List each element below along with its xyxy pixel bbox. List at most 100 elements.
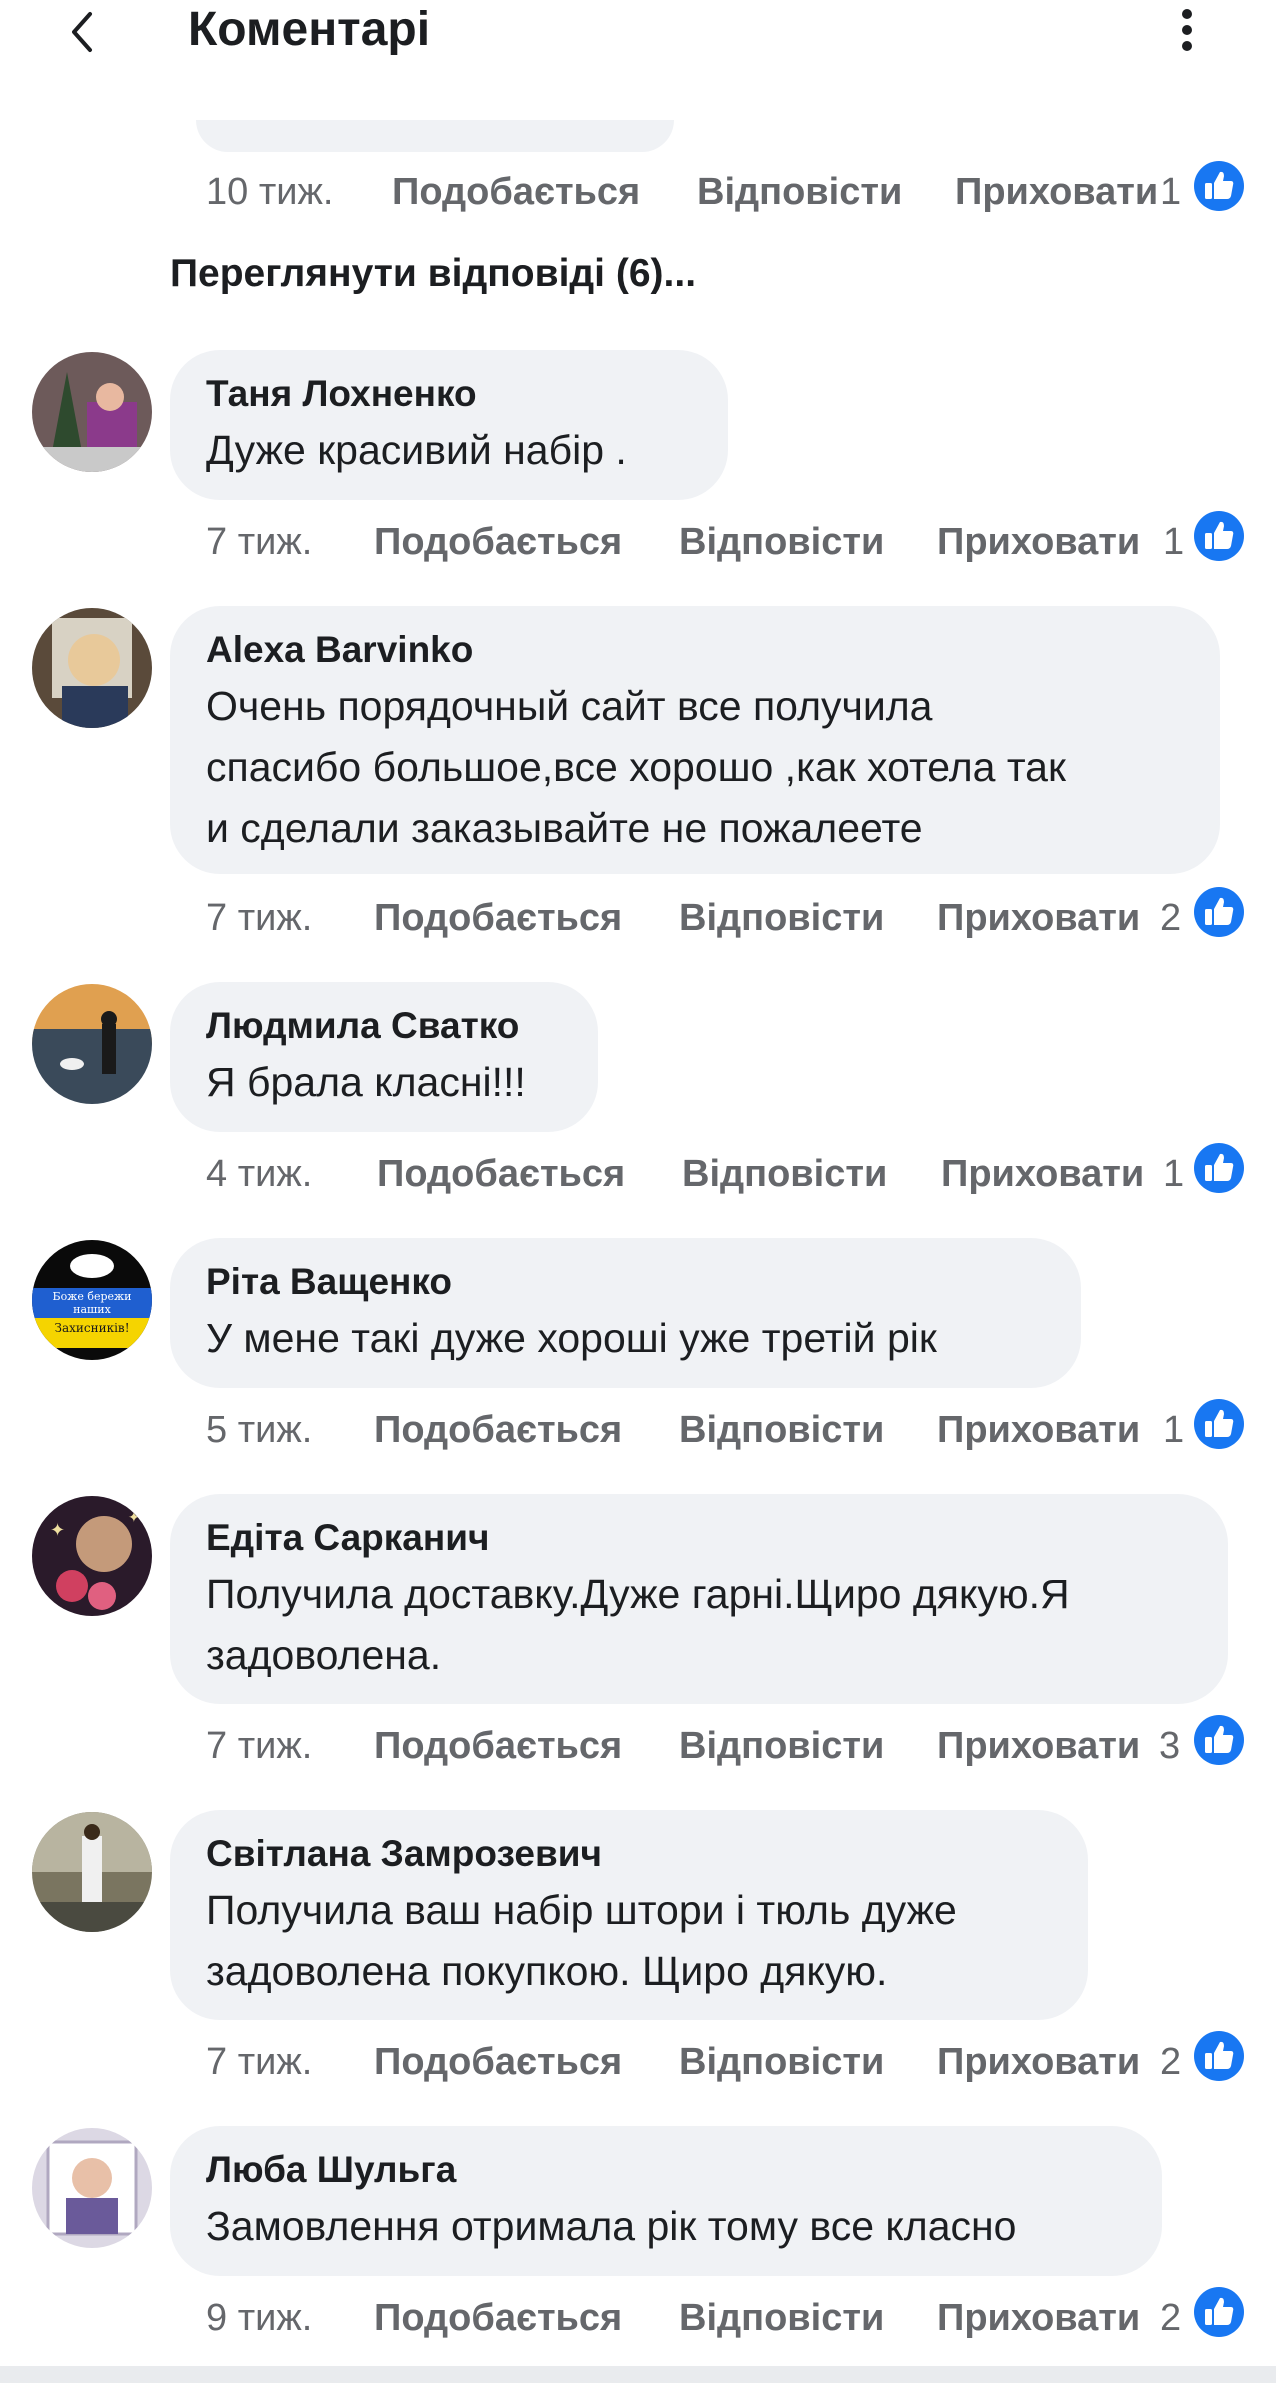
comment-text: Получила доставку.Дуже гарні.Щиро дякую.…	[206, 1571, 1070, 1678]
comment-text: Получила ваш набір штори і тюль дуже зад…	[206, 1887, 957, 1994]
svg-text:Боже бережи: Боже бережи	[53, 1290, 132, 1303]
like-button[interactable]: Подобається	[377, 1152, 625, 1196]
avatar-photo	[32, 984, 152, 1104]
like-reaction-icon	[1194, 1399, 1244, 1449]
comment-text: Дуже красивий набір .	[206, 427, 627, 473]
comment-meta-row: 7 тиж. Подобається Відповісти Приховати …	[0, 2032, 1276, 2092]
reaction-count: 1	[1160, 171, 1182, 213]
top-bar: Коментарі	[0, 0, 1276, 62]
like-reaction-icon	[1194, 511, 1244, 561]
comment-author[interactable]: Ріта Ващенко	[206, 1260, 1043, 1304]
avatar-photo	[32, 352, 152, 472]
avatar[interactable]	[32, 1812, 152, 1932]
comment-meta-row: 4 тиж. Подобається Відповісти Приховати …	[0, 1144, 1276, 1204]
comment-author[interactable]: Едіта Сарканич	[206, 1516, 1190, 1560]
hide-button[interactable]: Приховати	[937, 1408, 1140, 1452]
comment-time: 9 тиж.	[206, 2297, 313, 2339]
svg-text:✦: ✦	[128, 1509, 140, 1525]
reaction-count: 1	[1163, 1409, 1185, 1451]
comment-bubble: Людмила Сватко Я брала класні!!!	[170, 982, 598, 1132]
avatar-photo	[32, 2128, 152, 2248]
reaction-count: 3	[1159, 1725, 1181, 1767]
reply-button[interactable]: Відповісти	[679, 896, 884, 940]
like-reaction-icon	[1194, 2287, 1244, 2337]
like-reaction-icon	[1194, 1143, 1244, 1193]
like-button[interactable]: Подобається	[374, 896, 622, 940]
reply-button[interactable]: Відповісти	[679, 2040, 884, 2084]
like-button[interactable]: Подобається	[374, 520, 622, 564]
like-button[interactable]: Подобається	[374, 1408, 622, 1452]
reaction-count: 2	[1160, 897, 1182, 939]
hide-button[interactable]: Приховати	[937, 2296, 1140, 2340]
comment-author[interactable]: Світлана Замрозевич	[206, 1832, 1050, 1876]
hide-button[interactable]: Приховати	[937, 2040, 1140, 2084]
comment-time: 5 тиж.	[206, 1409, 313, 1451]
comment-time: 7 тиж.	[206, 2041, 313, 2083]
page-title: Коментарі	[188, 3, 431, 56]
reaction-count: 2	[1160, 2041, 1182, 2083]
comment-bubble: Ріта Ващенко У мене такі дуже хороші уже…	[170, 1238, 1081, 1388]
comment-author[interactable]: Людмила Сватко	[206, 1004, 560, 1048]
comment-text: Я брала класні!!!	[206, 1059, 526, 1105]
comment-bubble: Світлана Замрозевич Получила ваш набір ш…	[170, 1810, 1088, 2020]
hide-button[interactable]: Приховати	[937, 1724, 1140, 1768]
comment-author[interactable]: Таня Лохненко	[206, 372, 690, 416]
comment-author[interactable]: Alexa Barvinko	[206, 628, 1182, 672]
reply-button[interactable]: Відповісти	[697, 170, 902, 214]
reply-button[interactable]: Відповісти	[679, 1408, 884, 1452]
like-button[interactable]: Подобається	[392, 170, 640, 214]
avatar-photo	[32, 608, 152, 728]
comment-text: У мене такі дуже хороші уже третій рік	[206, 1315, 937, 1361]
reply-button[interactable]: Відповісти	[682, 1152, 887, 1196]
like-reaction-icon	[1194, 1715, 1244, 1765]
comment-time: 7 тиж.	[206, 1725, 313, 1767]
like-reaction-icon	[1194, 161, 1244, 211]
avatar-photo: ✦ ✦	[32, 1496, 152, 1616]
avatar[interactable]	[32, 352, 152, 472]
like-button[interactable]: Подобається	[374, 2040, 622, 2084]
like-reaction-icon	[1194, 2031, 1244, 2081]
previous-comment-bubble	[196, 120, 674, 152]
like-button[interactable]: Подобається	[374, 2296, 622, 2340]
hide-button[interactable]: Приховати	[937, 520, 1140, 564]
reaction-count: 2	[1160, 2297, 1182, 2339]
bottom-divider	[0, 2366, 1276, 2383]
comment-text: Замовлення отримала рік тому все класно	[206, 2203, 1017, 2249]
comment-meta-row: 7 тиж. Подобається Відповісти Приховати …	[0, 888, 1276, 948]
view-replies-link[interactable]: Переглянути відповіді (6)...	[170, 252, 696, 296]
comment-author[interactable]: Люба Шульга	[206, 2148, 1124, 2192]
comment-meta-row: 7 тиж. Подобається Відповісти Приховати …	[0, 1716, 1276, 1776]
comment-meta-row: 5 тиж. Подобається Відповісти Приховати …	[0, 1400, 1276, 1460]
avatar[interactable]: Боже бережи наших Захисників!	[32, 1240, 152, 1360]
reaction-count: 1	[1163, 1153, 1185, 1195]
comment-time: 7 тиж.	[206, 897, 313, 939]
svg-text:наших: наших	[73, 1303, 111, 1316]
avatar[interactable]	[32, 608, 152, 728]
svg-text:✦: ✦	[50, 1520, 65, 1540]
avatar[interactable]	[32, 2128, 152, 2248]
svg-text:Захисників!: Захисників!	[54, 1321, 129, 1335]
avatar[interactable]	[32, 984, 152, 1104]
like-button[interactable]: Подобається	[374, 1724, 622, 1768]
hide-button[interactable]: Приховати	[937, 896, 1140, 940]
reply-button[interactable]: Відповісти	[679, 2296, 884, 2340]
hide-button[interactable]: Приховати	[955, 170, 1158, 214]
comment-time: 10 тиж.	[206, 171, 334, 213]
reaction-count: 1	[1163, 521, 1185, 563]
avatar[interactable]: ✦ ✦	[32, 1496, 152, 1616]
back-arrow-icon[interactable]	[64, 8, 100, 56]
like-reaction-icon	[1194, 887, 1244, 937]
comment-time: 4 тиж.	[206, 1153, 313, 1195]
reply-button[interactable]: Відповісти	[679, 520, 884, 564]
comment-bubble: Едіта Сарканич Получила доставку.Дуже га…	[170, 1494, 1228, 1704]
reply-button[interactable]: Відповісти	[679, 1724, 884, 1768]
comment-time: 7 тиж.	[206, 521, 313, 563]
comment-bubble: Люба Шульга Замовлення отримала рік тому…	[170, 2126, 1162, 2276]
avatar-photo: Боже бережи наших Захисників!	[32, 1240, 152, 1360]
more-options-icon[interactable]	[1172, 6, 1202, 54]
hide-button[interactable]: Приховати	[941, 1152, 1144, 1196]
comment-bubble: Alexa Barvinko Очень порядочный сайт все…	[170, 606, 1220, 874]
comment-meta-row: 10 тиж. Подобається Відповісти Приховати…	[0, 162, 1276, 222]
comment-meta-row: 7 тиж. Подобається Відповісти Приховати …	[0, 512, 1276, 572]
comment-bubble: Таня Лохненко Дуже красивий набір .	[170, 350, 728, 500]
